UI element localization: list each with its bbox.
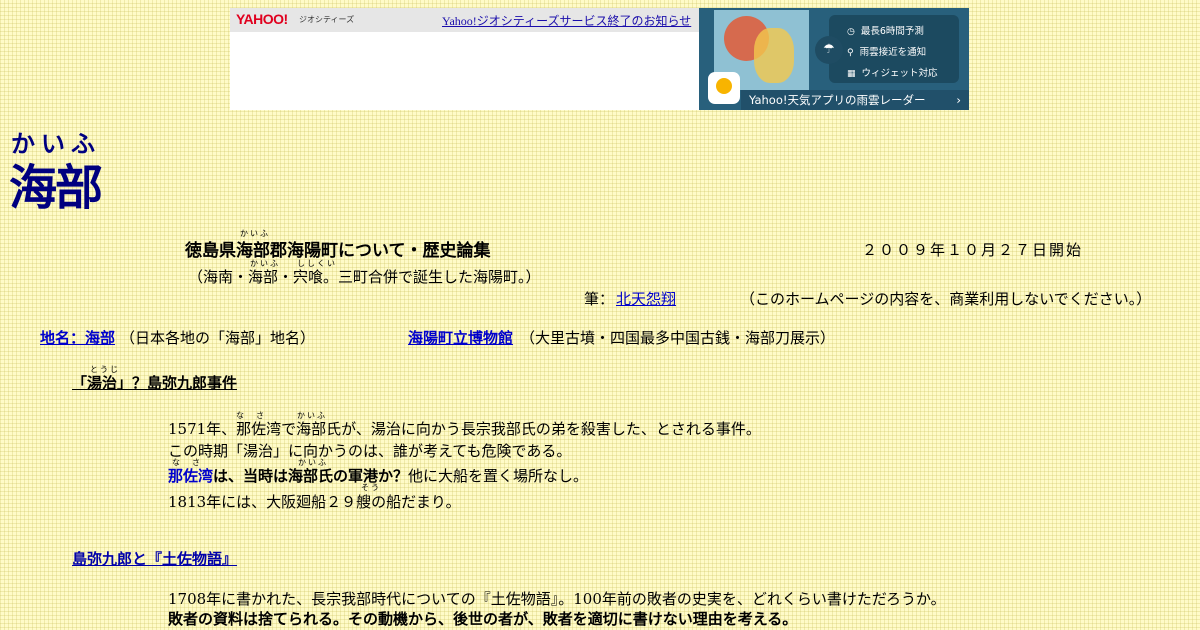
ad-feature-item: ◷ 最長6時間予測 xyxy=(847,26,924,37)
geocities-banner: YAHOO! ジオシティーズ Yahoo!ジオシティーズサービス終了のお知らせ xyxy=(230,8,700,110)
widget-icon: ▦ xyxy=(847,69,856,79)
yahoo-logo[interactable]: YAHOO! xyxy=(236,11,288,27)
section1-title: 「湯治」？島弥九郎事件 xyxy=(72,374,238,392)
section2-title-link[interactable]: 島弥九郎と『土佐物語』 xyxy=(72,548,237,569)
page-subtitle: 徳島県海部郡海陽町について・歴史論集 xyxy=(185,241,491,261)
section1-line3-rest: 他に大船を置く場所なし。 xyxy=(408,467,589,485)
section2-line1: 1708年に書かれた、長宗我部時代についての『土佐物語』。100年前の敗者の史実… xyxy=(168,590,946,608)
ad-feature-item: ⚲ 雨雲接近を通知 xyxy=(847,47,927,58)
banner-bar: YAHOO! ジオシティーズ Yahoo!ジオシティーズサービス終了のお知らせ xyxy=(230,8,700,32)
start-date: ２００９年１０月２７日開始 xyxy=(862,241,1084,259)
pin-icon: ⚲ xyxy=(847,48,854,58)
usage-notice: （このホームページの内容を、商業利用しないでください。） xyxy=(740,290,1152,308)
service-end-notice-link[interactable]: Yahoo!ジオシティーズサービス終了のお知らせ xyxy=(442,12,691,29)
kaiyo-museum-description: （大里古墳・四国最多中国古銭・海部刀展示） xyxy=(520,329,836,347)
nasa-bay-link[interactable]: 那佐湾 xyxy=(168,467,213,485)
merger-note: （海南・海部・宍喰。三町合併で誕生した海陽町。） xyxy=(188,268,541,286)
author-label: 筆： xyxy=(584,290,615,308)
section1-line2: この時期「湯治」に向かうのは、誰が考えても危険である。 xyxy=(168,442,572,460)
weather-app-ad[interactable]: ☂ ◷ 最長6時間予測 ⚲ 雨雲接近を通知 ▦ ウィジェット対応 Yahoo!天気アプ… xyxy=(699,8,969,110)
ad-feature-item: ▦ ウィジェット対応 xyxy=(847,68,938,79)
section1-line4: 1813年には、大阪廻船２９艘の船だまり。 xyxy=(168,493,461,511)
place-name-kaifu-description: （日本各地の「海部」地名） xyxy=(120,329,316,347)
rain-cloud-icon: ☂ xyxy=(815,36,843,64)
chevron-right-icon: › xyxy=(956,93,961,107)
section1-line1: 1571年、那佐湾で海部氏が、湯治に向かう長宗我部氏の弟を殺害した、とされる事件… xyxy=(168,420,761,438)
section2-line2: 敗者の資料は捨てられる。その動機から、後世の者が、敗者を適切に書けない理由を考え… xyxy=(168,610,798,628)
kaiyo-museum-link[interactable]: 海陽町立博物館 xyxy=(408,327,513,348)
author-link[interactable]: 北天怨翔 xyxy=(616,288,676,309)
geocities-logo-text: ジオシティーズ xyxy=(299,15,355,24)
place-name-kaifu-link[interactable]: 地名：海部 xyxy=(40,327,115,348)
ad-cta-bar[interactable]: Yahoo!天気アプリの雨雲レーダー › xyxy=(741,90,969,110)
weather-app-icon xyxy=(708,72,740,104)
clock-icon: ◷ xyxy=(847,27,855,37)
page-title: 海部 xyxy=(9,160,103,216)
